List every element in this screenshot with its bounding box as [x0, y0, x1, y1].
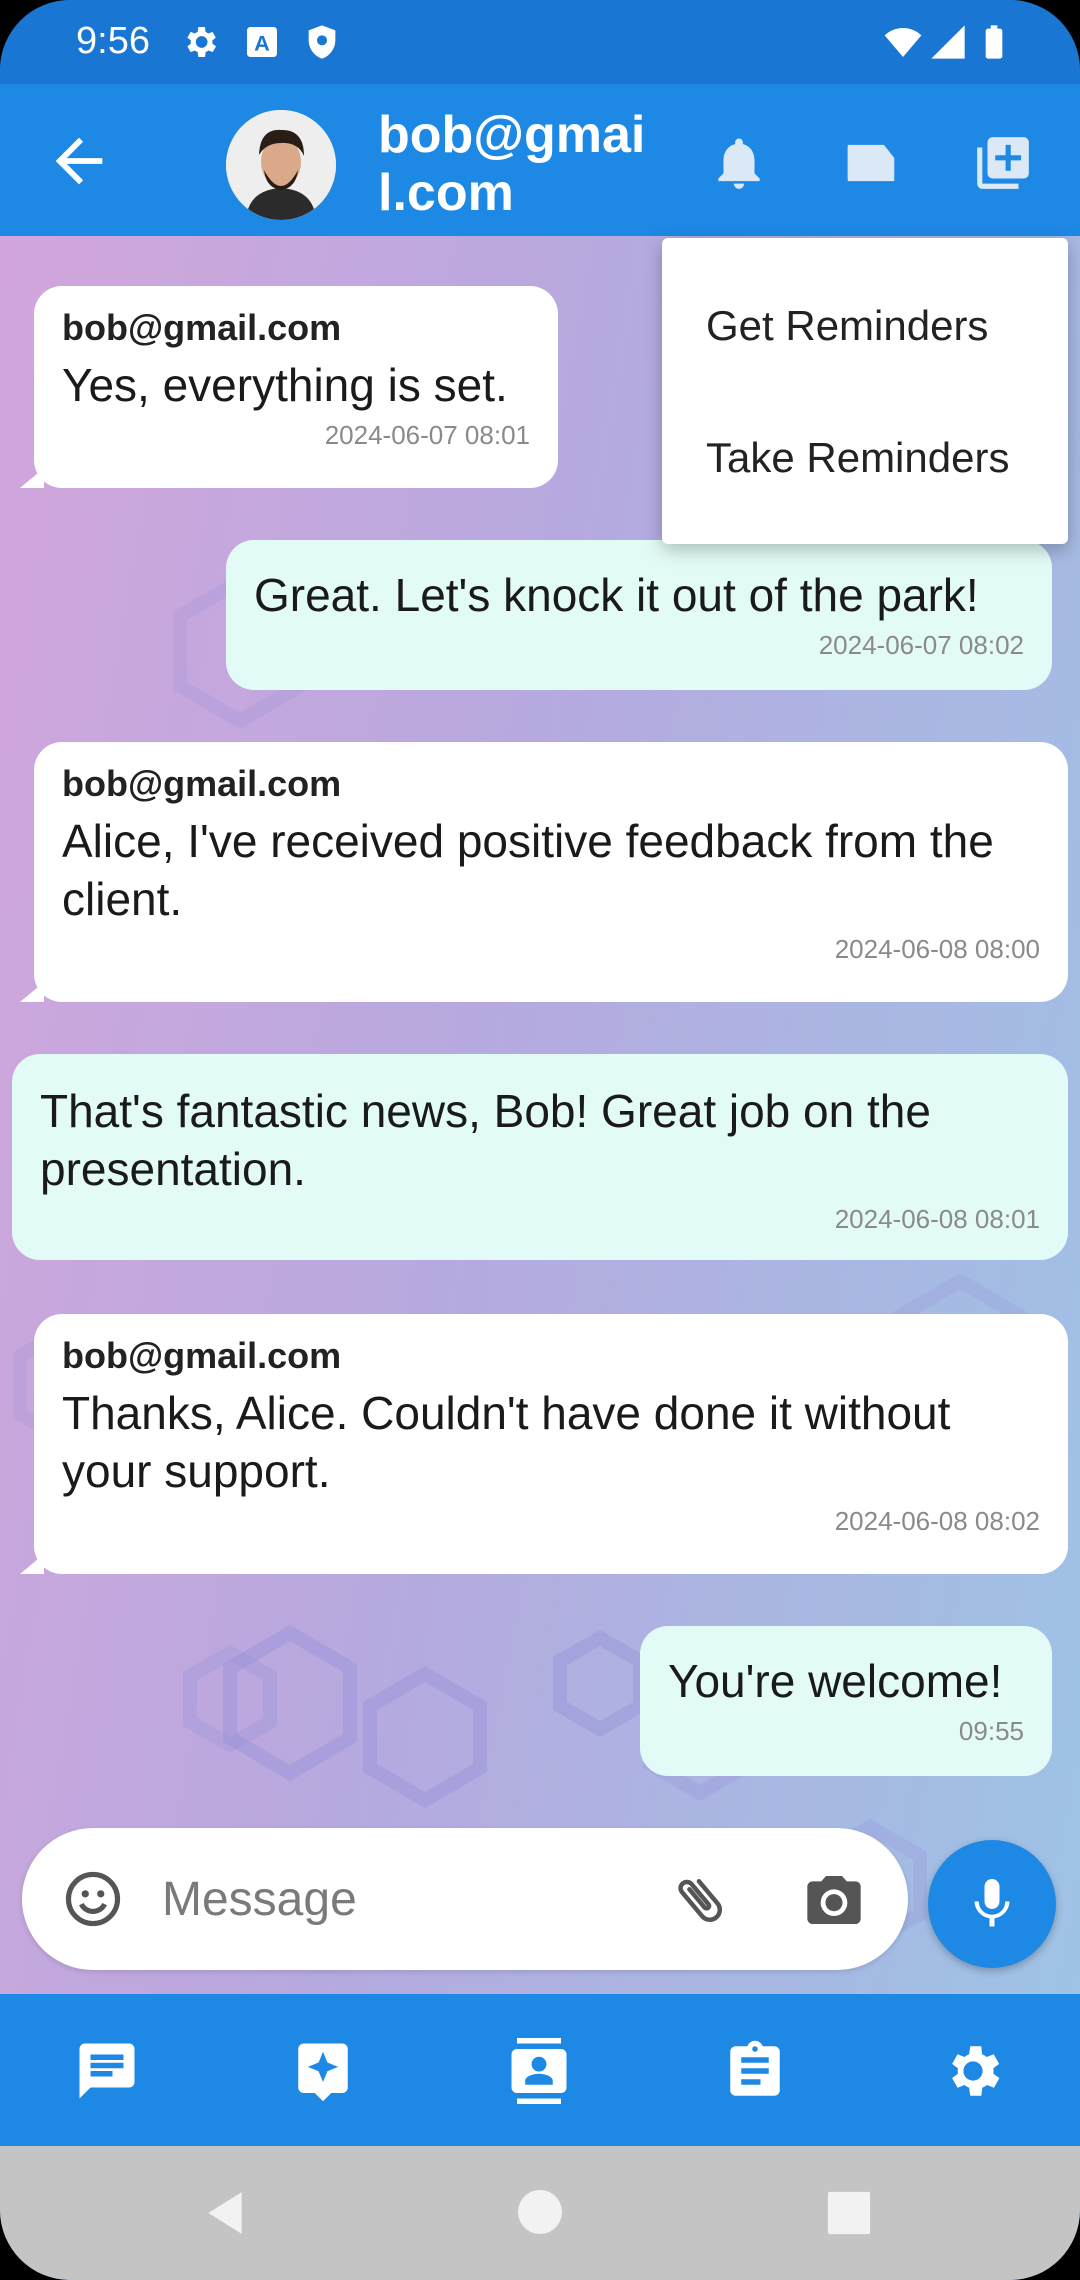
- avatar-image: [226, 110, 336, 220]
- message-text: Alice, I've received positive feedback f…: [62, 815, 994, 925]
- wifi-icon: [884, 28, 922, 57]
- message-sender: bob@gmail.com: [62, 307, 342, 348]
- message-text: That's fantastic news, Bob! Great job on…: [40, 1085, 931, 1195]
- message-timestamp: 2024-06-07 08:01: [324, 420, 530, 450]
- app-bar: bob@gmail.com: [0, 84, 1080, 236]
- menu-item-take-reminders[interactable]: Take Reminders: [706, 434, 1009, 482]
- bubble-tail: [20, 982, 44, 1002]
- message-timestamp: 2024-06-08 08:00: [834, 934, 1040, 964]
- phone-screen: 9:56 A bob@gmail.com bob@gmail.com Yes, …: [0, 0, 1080, 2280]
- label-icon[interactable]: [840, 132, 902, 194]
- svg-text:A: A: [254, 30, 270, 55]
- message-input[interactable]: Message: [162, 1872, 357, 1927]
- signal-icon: [931, 25, 965, 59]
- message-bubble-outgoing[interactable]: That's fantastic news, Bob! Great job on…: [12, 1054, 1068, 1260]
- message-text: Thanks, Alice. Couldn't have done it wit…: [62, 1387, 951, 1497]
- shield-icon: [308, 25, 336, 59]
- chat-icon[interactable]: [74, 2038, 140, 2104]
- system-navigation-bar: [0, 2146, 1080, 2280]
- message-bubble-incoming[interactable]: bob@gmail.com Alice, I've received posit…: [20, 742, 1068, 1002]
- attach-icon[interactable]: [670, 1870, 730, 1930]
- settings-icon[interactable]: [940, 2038, 1006, 2104]
- emoji-icon[interactable]: [62, 1868, 124, 1930]
- camera-icon[interactable]: [802, 1868, 866, 1932]
- nav-home-icon[interactable]: [516, 2188, 564, 2236]
- back-arrow-icon[interactable]: [44, 126, 114, 196]
- chat-title: bob@gmail.com: [378, 106, 646, 222]
- battery-icon: [985, 25, 1003, 59]
- bell-icon[interactable]: [708, 132, 770, 194]
- bubble-tail: [20, 468, 44, 488]
- message-composer: Message: [22, 1828, 908, 1970]
- mic-icon: [974, 1879, 1010, 1927]
- status-bar: 9:56 A: [0, 0, 1080, 84]
- add-box-icon[interactable]: [972, 132, 1034, 194]
- nav-recents-icon[interactable]: [826, 2190, 872, 2236]
- message-text: Great. Let's knock it out of the park!: [254, 569, 979, 621]
- contacts-icon[interactable]: [506, 2038, 572, 2104]
- gear-icon: [187, 27, 216, 57]
- message-sender: bob@gmail.com: [62, 1335, 342, 1376]
- message-timestamp: 2024-06-08 08:01: [834, 1204, 1040, 1234]
- bottom-navigation: [0, 1994, 1080, 2146]
- bubble-tail: [20, 1554, 44, 1574]
- status-time: 9:56: [76, 20, 150, 62]
- message-text: Yes, everything is set.: [62, 359, 508, 411]
- message-bubble-incoming[interactable]: bob@gmail.com Thanks, Alice. Couldn't ha…: [20, 1314, 1068, 1574]
- message-sender: bob@gmail.com: [62, 763, 342, 804]
- a-icon: A: [247, 27, 277, 57]
- message-text: You're welcome!: [668, 1655, 1003, 1707]
- clipboard-icon[interactable]: [722, 2038, 788, 2104]
- message-timestamp: 2024-06-07 08:02: [818, 630, 1024, 660]
- nav-back-icon[interactable]: [200, 2188, 250, 2238]
- message-bubble-incoming[interactable]: bob@gmail.com Yes, everything is set. 20…: [20, 286, 558, 488]
- overflow-menu: Get Reminders Take Reminders: [662, 238, 1068, 544]
- message-bubble-outgoing[interactable]: You're welcome! 09:55: [640, 1626, 1052, 1776]
- mic-button[interactable]: [928, 1840, 1056, 1968]
- message-bubble-outgoing[interactable]: Great. Let's knock it out of the park! 2…: [226, 540, 1052, 690]
- ai-chat-icon[interactable]: [290, 2038, 356, 2104]
- message-timestamp: 2024-06-08 08:02: [834, 1506, 1040, 1536]
- message-timestamp: 09:55: [958, 1716, 1024, 1746]
- menu-item-get-reminders[interactable]: Get Reminders: [706, 302, 988, 350]
- avatar[interactable]: [226, 110, 336, 220]
